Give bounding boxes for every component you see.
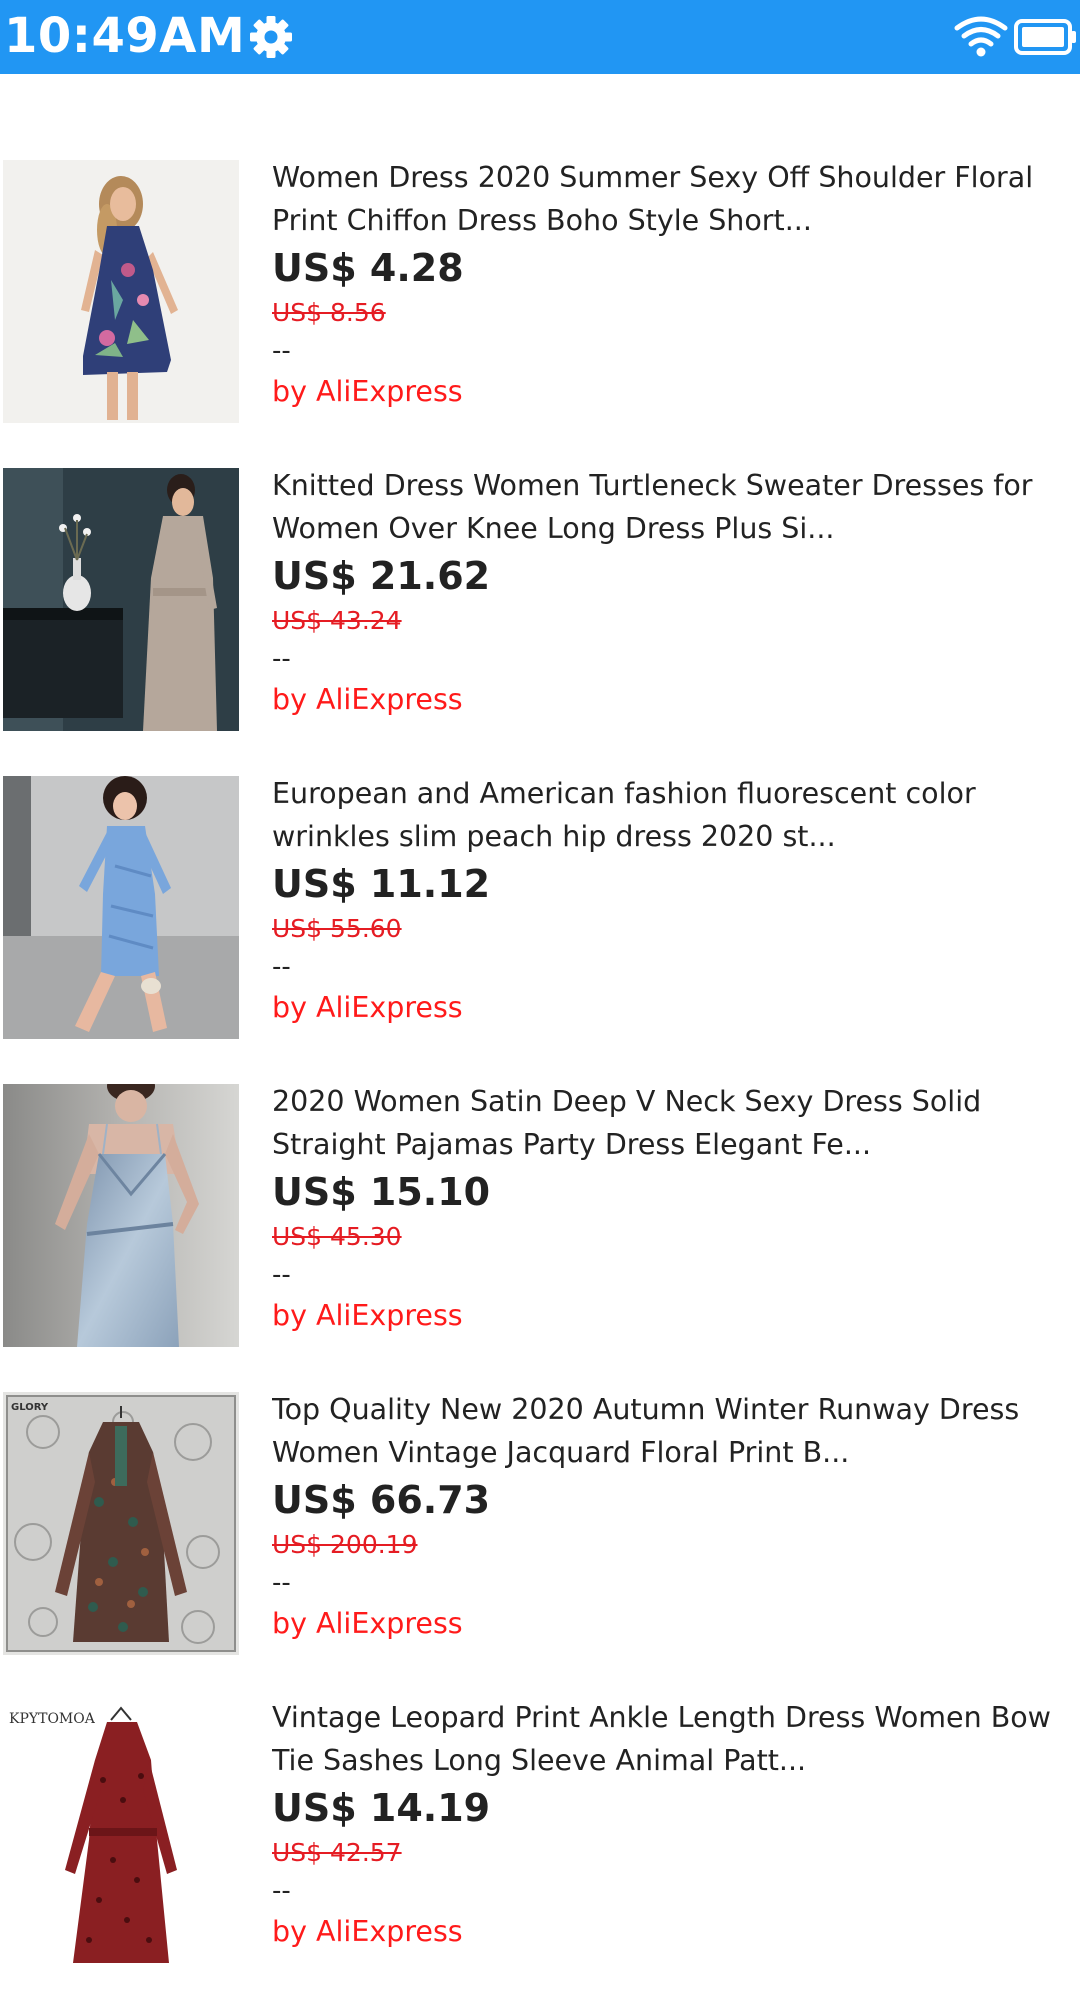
brand-watermark: KPYTOMOA — [9, 1711, 96, 1727]
product-price: US$ 66.73 — [272, 1478, 491, 1522]
product-price: US$ 15.10 — [272, 1170, 491, 1214]
product-seller[interactable]: by AliExpress — [272, 373, 463, 411]
product-thumbnail[interactable] — [3, 468, 239, 731]
product-list-item[interactable]: 2020 Women Satin Deep V Neck Sexy Dress … — [0, 1084, 1080, 1384]
brand-watermark: GLORY — [11, 1402, 49, 1413]
product-separator: -- — [272, 336, 291, 366]
product-thumbnail[interactable]: GLORY — [3, 1392, 239, 1655]
product-seller[interactable]: by AliExpress — [272, 989, 463, 1027]
product-title[interactable]: Top Quality New 2020 Autumn Winter Runwa… — [272, 1388, 1072, 1474]
gear-icon — [249, 15, 293, 59]
product-separator: -- — [272, 952, 291, 982]
product-info: Knitted Dress Women Turtleneck Sweater D… — [272, 468, 1072, 716]
product-separator: -- — [272, 644, 291, 674]
product-list-item[interactable]: Women Dress 2020 Summer Sexy Off Shoulde… — [0, 160, 1080, 460]
product-separator: -- — [272, 1876, 291, 1906]
product-list-item[interactable]: GLORY Top Quality New 2020 Autumn Winter… — [0, 1392, 1080, 1692]
product-original-price: US$ 42.57 — [272, 1838, 402, 1867]
product-title[interactable]: European and American fashion fluorescen… — [272, 772, 1072, 858]
product-thumbnail[interactable] — [3, 160, 239, 423]
product-original-price: US$ 55.60 — [272, 914, 402, 943]
product-thumbnail[interactable] — [3, 1084, 239, 1347]
product-price: US$ 11.12 — [272, 862, 491, 906]
product-info: Top Quality New 2020 Autumn Winter Runwa… — [272, 1392, 1072, 1640]
product-info: European and American fashion fluorescen… — [272, 776, 1072, 1024]
status-bar: 10:49AM — [0, 0, 1080, 74]
product-title[interactable]: Knitted Dress Women Turtleneck Sweater D… — [272, 464, 1072, 550]
product-title[interactable]: Women Dress 2020 Summer Sexy Off Shoulde… — [272, 156, 1072, 242]
product-original-price: US$ 43.24 — [272, 606, 402, 635]
product-title[interactable]: 2020 Women Satin Deep V Neck Sexy Dress … — [272, 1080, 1072, 1166]
product-separator: -- — [272, 1260, 291, 1290]
product-list-item[interactable]: KPYTOMOA Vintage Leopard Print Ankle Len… — [0, 1700, 1080, 2000]
product-seller[interactable]: by AliExpress — [272, 681, 463, 719]
product-original-price: US$ 200.19 — [272, 1530, 418, 1559]
product-original-price: US$ 8.56 — [272, 298, 386, 327]
product-thumbnail[interactable]: KPYTOMOA — [3, 1700, 239, 1963]
product-seller[interactable]: by AliExpress — [272, 1913, 463, 1951]
product-thumbnail[interactable] — [3, 776, 239, 1039]
product-seller[interactable]: by AliExpress — [272, 1605, 463, 1643]
product-info: Vintage Leopard Print Ankle Length Dress… — [272, 1700, 1072, 1948]
product-list-item[interactable]: European and American fashion fluorescen… — [0, 776, 1080, 1076]
product-info: 2020 Women Satin Deep V Neck Sexy Dress … — [272, 1084, 1072, 1332]
wifi-icon — [954, 16, 1008, 58]
product-original-price: US$ 45.30 — [272, 1222, 402, 1251]
product-separator: -- — [272, 1568, 291, 1598]
battery-icon — [1014, 18, 1078, 56]
product-list-item[interactable]: Knitted Dress Women Turtleneck Sweater D… — [0, 468, 1080, 768]
product-info: Women Dress 2020 Summer Sexy Off Shoulde… — [272, 160, 1072, 408]
product-price: US$ 14.19 — [272, 1786, 491, 1830]
product-seller[interactable]: by AliExpress — [272, 1297, 463, 1335]
product-price: US$ 21.62 — [272, 554, 491, 598]
status-time: 10:49AM — [4, 8, 246, 64]
product-price: US$ 4.28 — [272, 246, 464, 290]
product-title[interactable]: Vintage Leopard Print Ankle Length Dress… — [272, 1696, 1072, 1782]
